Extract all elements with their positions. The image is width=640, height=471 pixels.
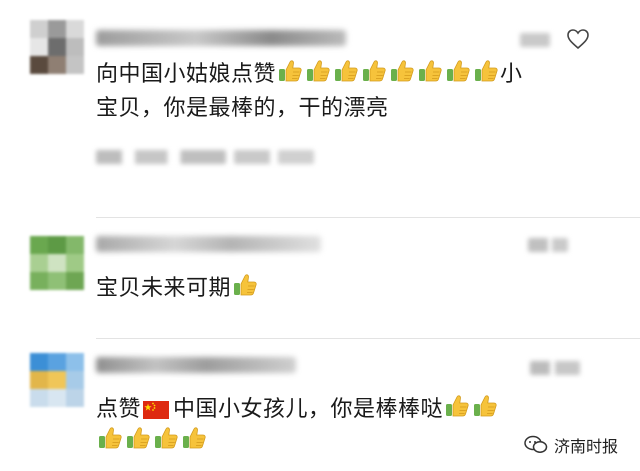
thumbs-up-icon [307, 60, 330, 82]
avatar[interactable] [30, 20, 84, 74]
comment-text: 中国小女孩儿，你是棒棒哒 [173, 397, 444, 422]
comment-text: 宝贝，你是最棒的，干的漂亮 [96, 96, 389, 121]
comment-text-line-1: 向中国小姑娘点赞 小 [96, 58, 523, 90]
thumbs-up-icon [419, 60, 442, 82]
reply-info-blurred [234, 150, 314, 164]
thumbs-up-icon [279, 60, 302, 82]
thumbs-up-icon [363, 60, 386, 82]
thumbs-up-icon [446, 395, 469, 417]
comment-1: 向中国小姑娘点赞 小 宝贝，你是最棒的，干的漂亮 [0, 0, 640, 215]
watermark-text: 济南时报 [554, 437, 619, 456]
wechat-logo-icon [524, 435, 548, 453]
avatar[interactable] [30, 353, 84, 407]
username-blurred[interactable] [96, 30, 346, 46]
avatar[interactable] [30, 236, 84, 290]
china-flag-icon [143, 401, 170, 419]
thumbs-up-icon [475, 60, 498, 82]
watermark: 济南时报 [524, 433, 618, 457]
thumbs-up-icon [234, 274, 257, 296]
thumbs-up-row [231, 274, 259, 301]
comment-text: 向中国小姑娘点赞 [96, 62, 277, 87]
thumbs-up-icon [335, 60, 358, 82]
comment-text: 宝贝未来可期 [96, 276, 232, 301]
username-blurred[interactable] [96, 236, 321, 252]
timestamp-blurred [530, 361, 580, 375]
comment-text: 点赞 [96, 397, 142, 422]
comment-2: 宝贝未来可期 [0, 218, 640, 338]
thumbs-up-icon [183, 427, 206, 449]
comment-text-tail: 小 [500, 62, 523, 87]
thumbs-up-row [96, 427, 208, 454]
heart-outline-icon[interactable] [566, 28, 590, 50]
reply-info-blurred [96, 150, 226, 164]
comment-text-line-1: 宝贝未来可期 [96, 272, 259, 304]
comment-text-line-1: 点赞 中国小女孩儿，你是棒棒哒 [96, 393, 499, 425]
thumbs-up-icon [127, 427, 150, 449]
thumbs-up-row [276, 60, 500, 87]
thumbs-up-row [443, 395, 499, 422]
thumbs-up-icon [391, 60, 414, 82]
comment-text-line-2 [96, 425, 208, 457]
thumbs-up-icon [99, 427, 122, 449]
username-blurred[interactable] [96, 357, 296, 373]
thumbs-up-icon [447, 60, 470, 82]
timestamp-blurred [520, 33, 550, 47]
comment-text-line-2: 宝贝，你是最棒的，干的漂亮 [96, 94, 389, 124]
timestamp-blurred [528, 238, 568, 252]
thumbs-up-icon [155, 427, 178, 449]
thumbs-up-icon [474, 395, 497, 417]
